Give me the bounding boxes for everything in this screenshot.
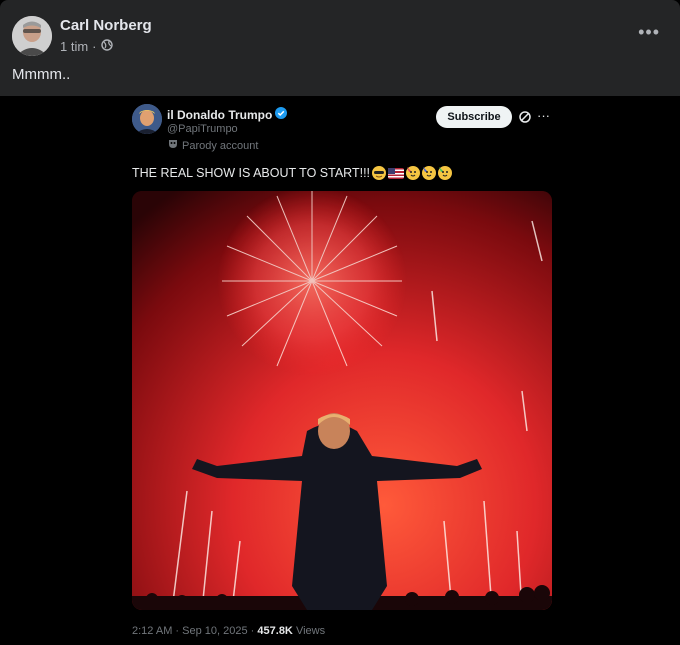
post-meta: 1 tim · bbox=[60, 39, 113, 54]
tweet-handle[interactable]: @PapiTrumpo bbox=[167, 123, 238, 135]
sunglasses-face-icon bbox=[372, 166, 387, 180]
parody-mask-icon bbox=[168, 139, 178, 152]
tweet-more-icon[interactable]: ··· bbox=[537, 108, 550, 123]
globe-icon bbox=[100, 39, 113, 54]
tweet-author-name[interactable]: il Donaldo Trumpo bbox=[167, 107, 288, 122]
meta-separator: · bbox=[92, 39, 97, 54]
parody-account-label: Parody account bbox=[168, 139, 258, 152]
tweet-media-image[interactable] bbox=[132, 191, 552, 610]
partying-face-icon bbox=[422, 166, 437, 180]
views-count: 457.8K bbox=[257, 625, 293, 637]
tweet-text: THE REAL SHOW IS ABOUT TO START!!! bbox=[132, 166, 453, 180]
us-flag-icon bbox=[388, 167, 405, 179]
post-text: Mmmm.. bbox=[12, 66, 71, 83]
post-header: Carl Norberg 1 tim · ••• Mmmm.. bbox=[0, 0, 680, 96]
author-name[interactable]: Carl Norberg bbox=[60, 17, 152, 34]
flag-canton bbox=[388, 167, 396, 174]
post-time[interactable]: 1 tim bbox=[60, 39, 88, 54]
firework-burst bbox=[217, 191, 407, 376]
partying-face-icon bbox=[406, 166, 421, 180]
tweet-footer: 2:12 AM · Sep 10, 2025 · 457.8K Views bbox=[132, 625, 325, 637]
tweet-display-name: il Donaldo Trumpo bbox=[167, 107, 273, 122]
partying-face-icon bbox=[438, 166, 453, 180]
tweet-date[interactable]: Sep 10, 2025 bbox=[182, 625, 247, 637]
verified-badge-icon bbox=[275, 107, 288, 122]
tweet-time[interactable]: 2:12 AM bbox=[132, 625, 172, 637]
tweet-text-content: THE REAL SHOW IS ABOUT TO START!!! bbox=[132, 166, 371, 180]
author-avatar[interactable] bbox=[12, 16, 52, 56]
grok-icon[interactable] bbox=[518, 110, 532, 124]
subscribe-button[interactable]: Subscribe bbox=[436, 106, 512, 128]
tweet-author-avatar[interactable] bbox=[132, 104, 162, 134]
views-label: Views bbox=[295, 625, 326, 637]
parody-label-text: Parody account bbox=[182, 139, 259, 152]
post-options-icon[interactable]: ••• bbox=[638, 22, 660, 43]
